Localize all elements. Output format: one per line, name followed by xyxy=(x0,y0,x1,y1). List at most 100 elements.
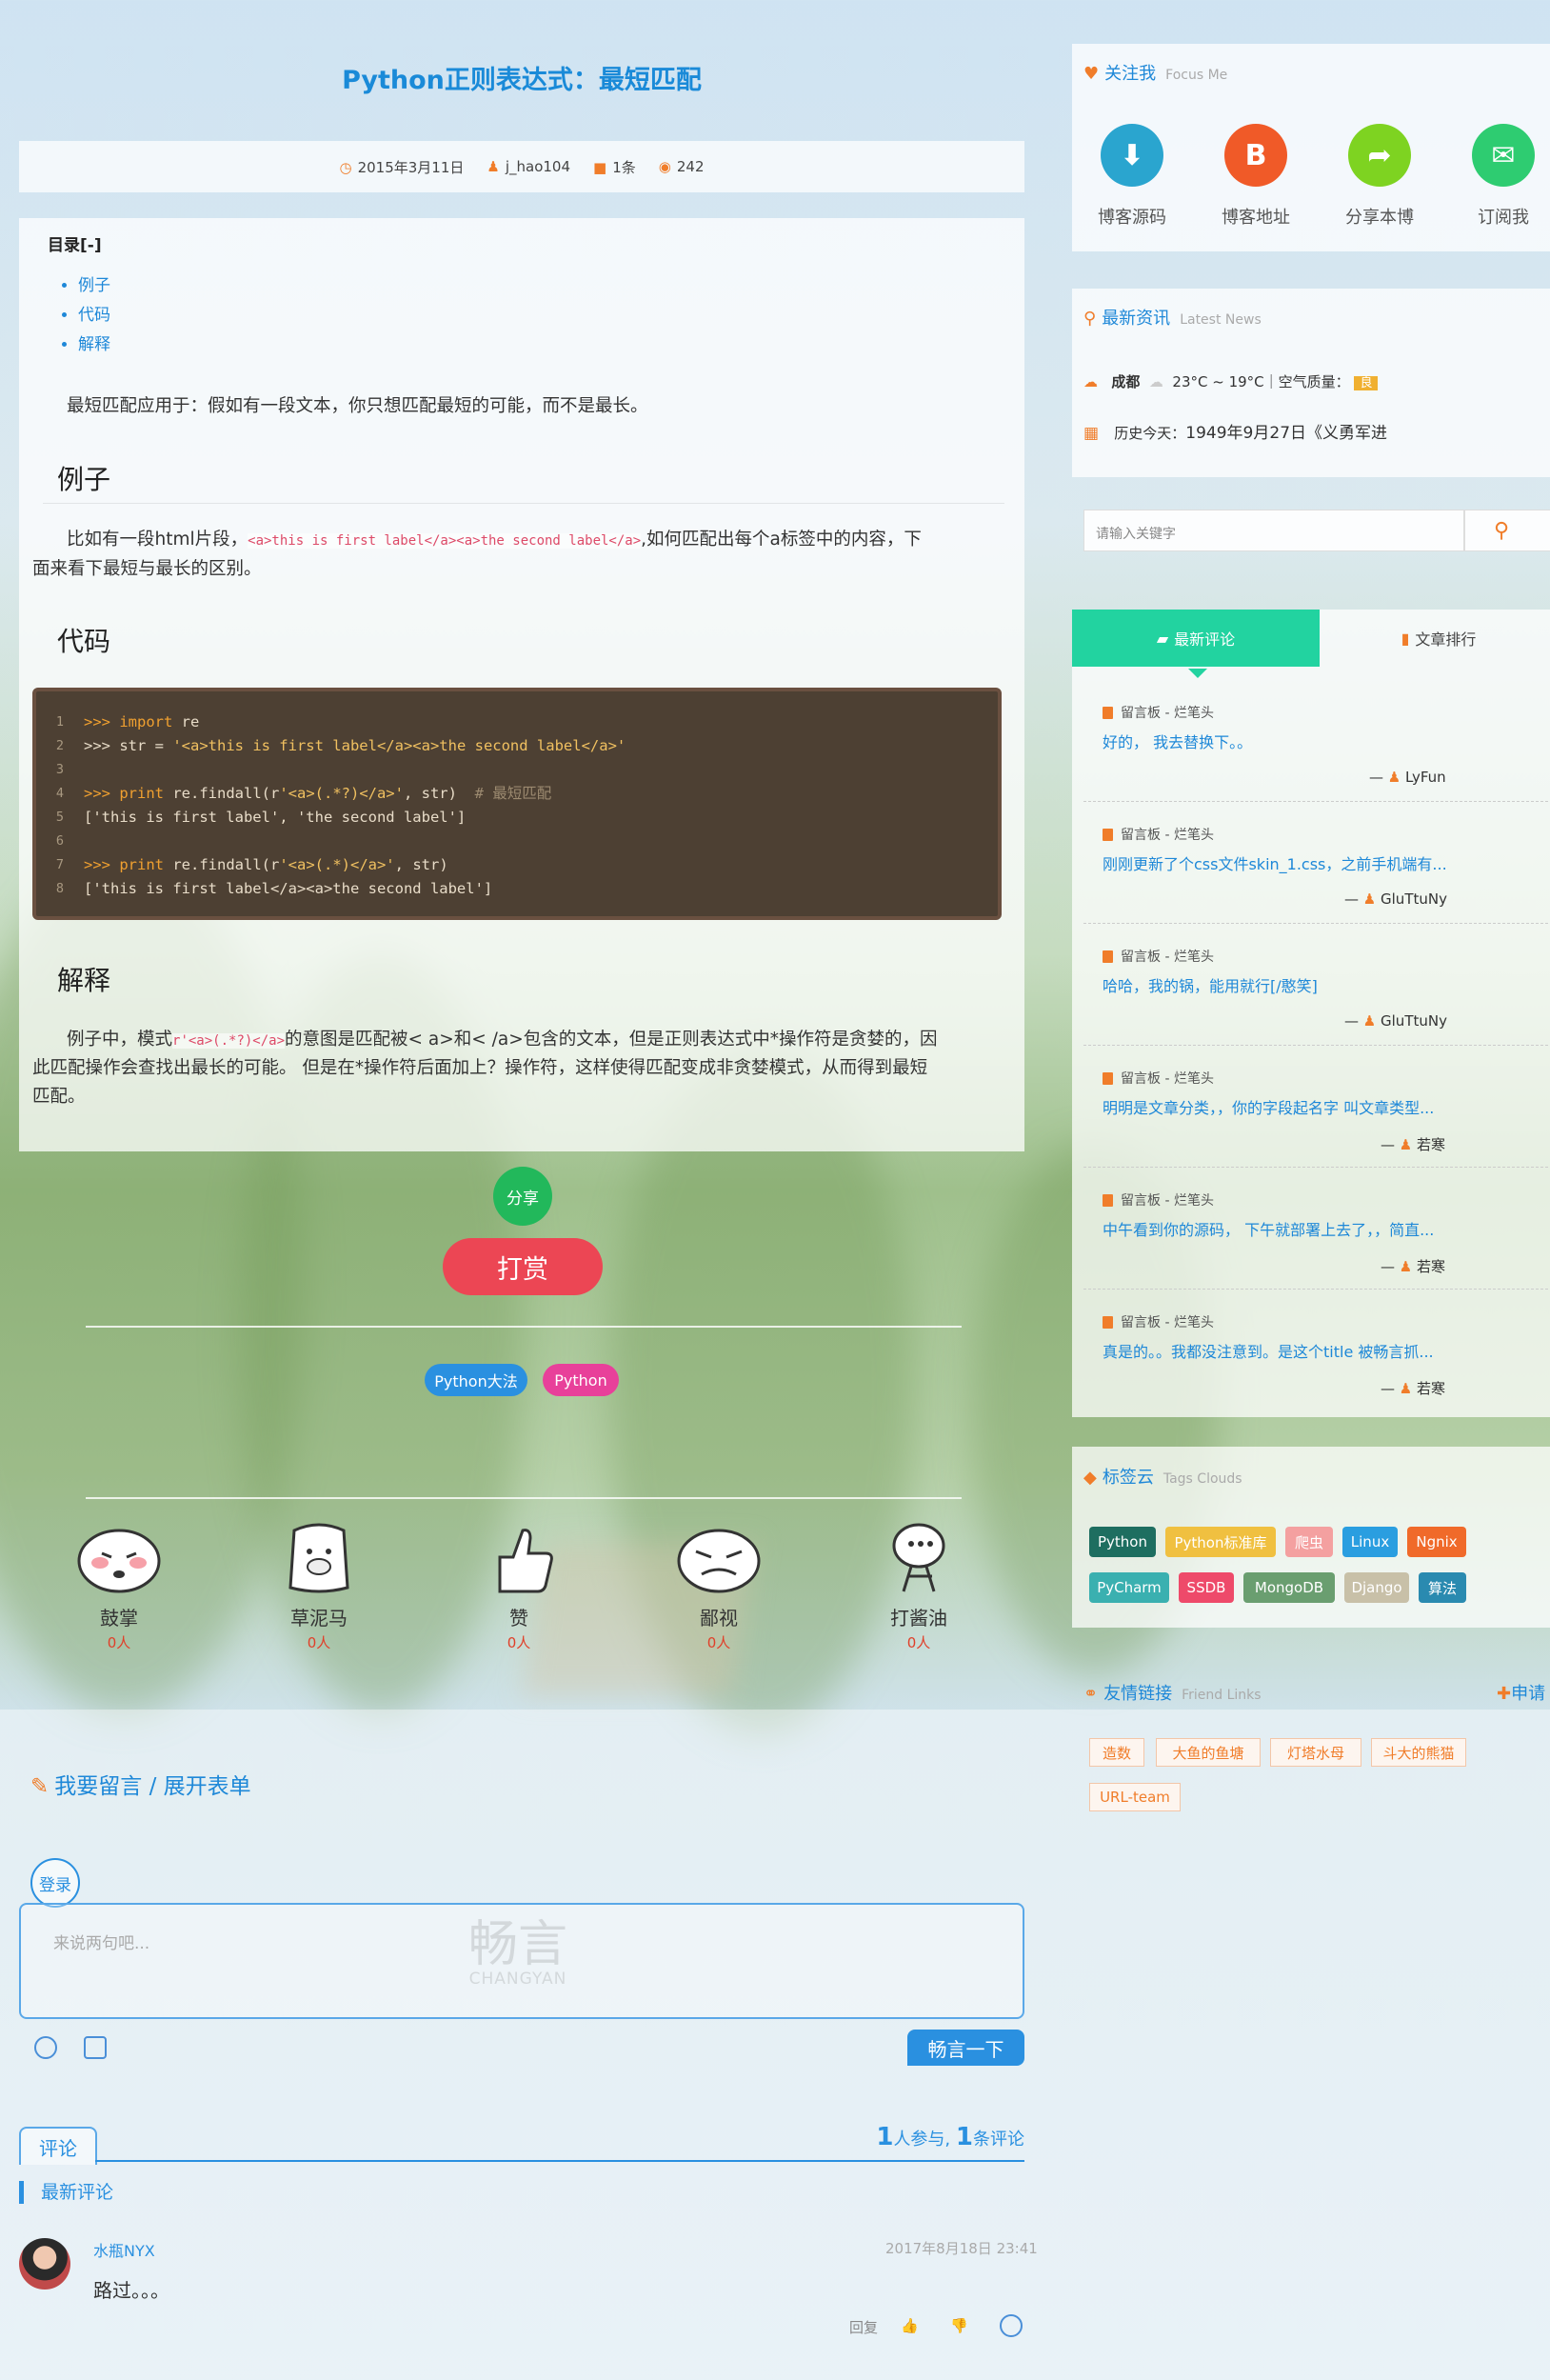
changyan-watermark: 畅言 CHANGYAN xyxy=(468,1916,568,1989)
share-icon[interactable] xyxy=(1000,2314,1023,2337)
recent-comment-item[interactable]: 留言板 - 烂笔头 刚刚更新了个css文件skin_1.css，之前手机端有...… xyxy=(1083,802,1548,924)
section-heading-example: 例子 xyxy=(57,464,111,495)
comment-username[interactable]: 水瓶NYX xyxy=(93,2238,155,2261)
comment-form-toggle[interactable]: ✎ 我要留言 / 展开表单 xyxy=(30,1768,251,1800)
pin-icon: ⚲ xyxy=(1083,309,1097,329)
links-title: ⚭ 友情链接 Friend Links xyxy=(1083,1684,1262,1704)
login-button[interactable]: 登录 xyxy=(30,1858,80,1908)
reward-button[interactable]: 打赏 xyxy=(443,1238,603,1295)
friend-link[interactable]: 斗大的熊猫 xyxy=(1371,1738,1466,1767)
reaction-count: 0人 xyxy=(906,1634,931,1651)
recent-comment-item[interactable]: 留言板 - 烂笔头 真是的。。我都没注意到。是这个title 被畅言抓... — ♟… xyxy=(1083,1290,1548,1411)
image-icon[interactable] xyxy=(84,2036,107,2059)
comment-input[interactable]: 来说两句吧... 畅言 CHANGYAN xyxy=(19,1903,1024,2019)
friend-link[interactable]: 大鱼的鱼塘 xyxy=(1156,1738,1261,1767)
despise-face-icon xyxy=(677,1529,761,1593)
section-heading-explain: 解释 xyxy=(57,965,111,996)
recent-comment-item[interactable]: 留言板 - 烂笔头 中午看到你的源码， 下午就部署上去了，，简直... — ♟ 若寒 xyxy=(1083,1168,1548,1290)
alpaca-icon xyxy=(288,1523,349,1593)
tag-python-stdlib[interactable]: Python标准库 xyxy=(1165,1527,1276,1557)
tag-pycharm[interactable]: PyCharm xyxy=(1089,1572,1169,1603)
focus-blog-address[interactable]: B 博客地址 xyxy=(1199,124,1313,229)
article-tag[interactable]: Python xyxy=(543,1364,619,1396)
user-icon: ♟ xyxy=(1362,1012,1377,1030)
submit-comment-button[interactable]: 畅言一下 xyxy=(907,2030,1024,2066)
toc-item[interactable]: 解释 xyxy=(78,330,110,360)
recent-comment-item[interactable]: 留言板 - 烂笔头 好的， 我去替换下。。 — ♟ LyFun xyxy=(1083,680,1548,802)
tag-django[interactable]: Django xyxy=(1344,1572,1409,1603)
thumbs-down-icon[interactable]: 👎 xyxy=(950,2317,968,2334)
toc-title[interactable]: 目录[-] xyxy=(48,231,102,255)
reaction-count: 0人 xyxy=(507,1634,531,1651)
friend-link[interactable]: URL-team xyxy=(1089,1783,1181,1811)
user-icon: ♟ xyxy=(487,158,500,175)
chat-icon: ▰ xyxy=(1156,629,1169,648)
tag-linux[interactable]: Linux xyxy=(1342,1527,1398,1557)
clock-icon: ◷ xyxy=(339,158,352,176)
history-today: ▦ 历史今天：1949年9月27日《义勇军进 xyxy=(1083,424,1388,443)
explain-paragraph-end: 匹配。 xyxy=(32,1087,86,1107)
latest-comments-label: 最新评论 xyxy=(19,2181,113,2204)
search-button[interactable]: ⚲ xyxy=(1464,510,1550,551)
focus-source-code[interactable]: ⬇ 博客源码 xyxy=(1075,124,1189,229)
meta-author[interactable]: ♟ j_hao104 xyxy=(487,158,570,175)
friend-link[interactable]: 造数 xyxy=(1089,1738,1144,1767)
reaction-passby[interactable]: 打酱油 0人 xyxy=(852,1519,985,1652)
calendar-icon: ▦ xyxy=(1083,424,1100,443)
reaction-alpaca[interactable]: 草泥马 0人 xyxy=(252,1519,386,1652)
user-icon: ♟ xyxy=(1387,769,1401,786)
toc-item[interactable]: 例子 xyxy=(78,271,110,301)
thumbs-up-icon[interactable]: 👍 xyxy=(901,2317,919,2334)
toc-item[interactable]: 代码 xyxy=(78,301,110,330)
download-icon: ⬇ xyxy=(1101,124,1163,187)
tab-comments[interactable]: 评论 xyxy=(19,2127,97,2165)
apply-link-button[interactable]: ✚申请 xyxy=(1497,1680,1545,1705)
tag-cloud-title: ◆ 标签云 Tags Clouds xyxy=(1083,1468,1242,1488)
comment-stats: 1人参与, 1条评论 xyxy=(876,2123,1024,2151)
inline-code: <a>this is first label</a><a>the second … xyxy=(248,533,642,549)
tag-crawler[interactable]: 爬虫 xyxy=(1285,1527,1333,1557)
focus-title: ♥ 关注我 Focus Me xyxy=(1083,64,1228,84)
tab-recent-comments[interactable]: ▰ 最新评论 xyxy=(1072,610,1320,678)
tag-mongodb[interactable]: MongoDB xyxy=(1243,1572,1335,1603)
share-button[interactable]: 分享 xyxy=(493,1167,552,1226)
tag-algorithm[interactable]: 算法 xyxy=(1419,1572,1466,1603)
comment-date: 2017年8月18日 23:41 xyxy=(885,2240,1038,2257)
link-icon: ⚭ xyxy=(1083,1684,1099,1704)
reaction-like[interactable]: 赞 0人 xyxy=(452,1519,586,1652)
tag-icon: ◆ xyxy=(1083,1468,1097,1488)
tab-article-ranking[interactable]: ▮ 文章排行 xyxy=(1320,610,1550,667)
tag-ngnix[interactable]: Ngnix xyxy=(1407,1527,1466,1557)
reaction-label: 鼓掌 xyxy=(100,1607,138,1630)
tag-python[interactable]: Python xyxy=(1089,1527,1156,1557)
recent-comment-item[interactable]: 留言板 - 烂笔头 哈哈，我的锅，能用就行[/憨笑] — ♟ GluTtuNy xyxy=(1083,924,1548,1046)
reaction-label: 草泥马 xyxy=(290,1607,348,1630)
history-text[interactable]: 1949年9月27日《义勇军进 xyxy=(1185,424,1387,443)
article-meta: ◷ 2015年3月11日 ♟ j_hao104 ■ 1条 ◉ 242 xyxy=(19,141,1024,192)
article-tag[interactable]: Python大法 xyxy=(425,1364,527,1396)
explain-paragraph-cont: 此匹配操作会查找出最长的可能。 但是在*操作符后面加上？操作符，这样使得匹配变成… xyxy=(32,1058,928,1078)
user-icon: ♟ xyxy=(1399,1380,1413,1397)
reaction-despise[interactable]: 鄙视 0人 xyxy=(652,1519,785,1652)
example-paragraph: 比如有一段html片段，<a>this is first label</a><a… xyxy=(67,530,922,550)
applaud-face-icon xyxy=(77,1529,161,1593)
emoji-icon[interactable] xyxy=(34,2036,57,2059)
focus-subscribe[interactable]: ✉ 订阅我 xyxy=(1446,124,1550,229)
meta-comments[interactable]: ■ 1条 xyxy=(593,157,636,177)
reaction-applaud[interactable]: 鼓掌 0人 xyxy=(52,1519,186,1652)
focus-share-blog[interactable]: ➦ 分享本博 xyxy=(1322,124,1437,229)
news-title: ⚲ 最新资讯 Latest News xyxy=(1083,309,1262,329)
reaction-count: 0人 xyxy=(107,1634,131,1651)
passby-icon xyxy=(892,1523,945,1592)
reaction-label: 鄙视 xyxy=(700,1607,738,1630)
friend-link[interactable]: 灯塔水母 xyxy=(1270,1738,1361,1767)
tag-ssdb[interactable]: SSDB xyxy=(1179,1572,1234,1603)
inline-code: r'<a>(.*?)</a> xyxy=(172,1033,286,1049)
edit-icon: ✎ xyxy=(30,1774,50,1799)
toc-list: 例子 代码 解释 xyxy=(78,271,110,360)
avatar[interactable] xyxy=(19,2238,70,2290)
search-input[interactable]: 请输入关键字 xyxy=(1083,510,1464,551)
reply-button[interactable]: 回复 xyxy=(849,2317,878,2337)
recent-comment-item[interactable]: 留言板 - 烂笔头 明明是文章分类，，你的字段起名字 叫文章类型... — ♟ 若寒 xyxy=(1083,1046,1548,1168)
user-icon: ♟ xyxy=(1399,1136,1413,1153)
